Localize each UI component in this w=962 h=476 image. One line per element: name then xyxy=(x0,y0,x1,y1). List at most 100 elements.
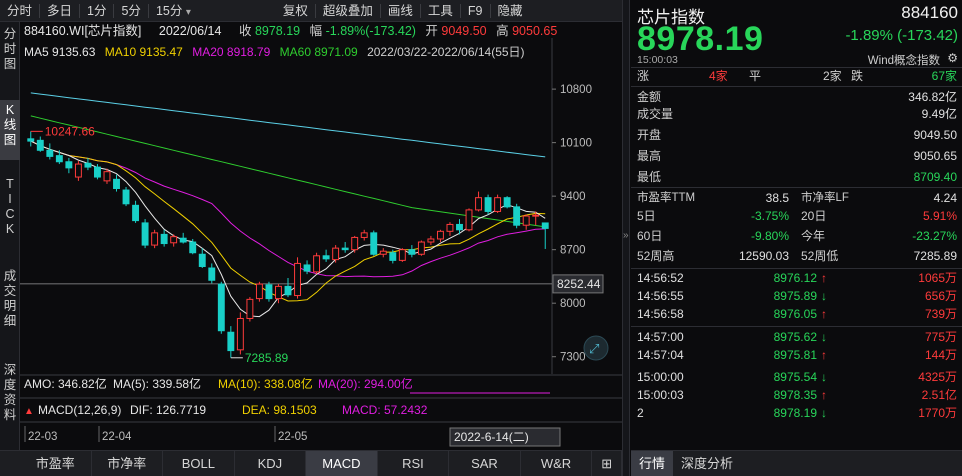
up-count: 4家 xyxy=(709,69,728,83)
candle-body xyxy=(65,161,73,169)
candle-body xyxy=(113,178,120,190)
panel-collapse-handle[interactable]: » xyxy=(622,0,630,476)
draw-line-button[interactable]: 画线 xyxy=(381,0,420,22)
stat-value: 9050.65 xyxy=(913,149,957,163)
candle-body xyxy=(322,255,330,260)
nav-tick[interactable]: T I C K xyxy=(0,174,20,254)
overlay-button[interactable]: 超级叠加 xyxy=(316,0,380,22)
tab-15min-label: 15分 xyxy=(155,3,183,18)
candle-body xyxy=(303,264,311,272)
candle-body xyxy=(27,138,35,142)
tick-price: 8978.19 xyxy=(773,406,817,420)
tick-volume: 1065万 xyxy=(918,271,957,285)
quote-panel-tabs: 行情 深度分析 xyxy=(631,450,962,476)
candle-body xyxy=(541,222,549,229)
candle-body xyxy=(246,298,254,319)
tab-15min[interactable]: 15分 ▾ xyxy=(149,0,198,22)
tick-volume: 4325万 xyxy=(918,370,957,384)
tab-5min[interactable]: 5分 xyxy=(114,0,147,22)
tab-macd[interactable]: MACD xyxy=(306,451,378,476)
kline-chart[interactable]: 884160.WI[芯片指数] 2022/06/14 收 8978.19 幅 -… xyxy=(20,22,622,450)
divider xyxy=(631,86,962,87)
tick-volume: 1770万 xyxy=(918,406,957,420)
cursor-price-label: 8252.44 xyxy=(557,277,601,291)
w52l-label: 52周低 xyxy=(801,249,839,263)
tab-kdj[interactable]: KDJ xyxy=(235,451,307,476)
tick-volume: 2.51亿 xyxy=(921,388,957,402)
candle-body xyxy=(398,249,406,261)
nav-intraday-chart[interactable]: 分 时 图 xyxy=(0,24,20,84)
tab-wr[interactable]: W&R xyxy=(521,451,593,476)
nav-trade-detail[interactable]: 成 交 明 细 xyxy=(0,266,20,346)
candle-body xyxy=(151,232,159,246)
tick-time: 15:00:00 xyxy=(637,370,684,384)
macd-arrow-icon: ▲ xyxy=(24,406,34,417)
tab-1min[interactable]: 1分 xyxy=(80,0,113,22)
nav-deep-data[interactable]: 深 度 资 料 xyxy=(0,360,20,440)
tick-time: 15:00:03 xyxy=(637,388,684,402)
tab-sar[interactable]: SAR xyxy=(449,451,521,476)
stat-volume: 成交量 9.49亿 xyxy=(637,106,957,123)
stat-label: 最高 xyxy=(637,149,662,163)
candle-body xyxy=(170,236,178,244)
stat-amount: 金额 346.82亿 xyxy=(637,89,957,106)
tab-pe[interactable]: 市盈率 xyxy=(20,451,92,476)
tab-rsi[interactable]: RSI xyxy=(378,451,450,476)
candle-body xyxy=(389,252,397,261)
price-tick-label: 9400 xyxy=(560,191,586,203)
candle-body xyxy=(370,232,378,255)
candle-body xyxy=(255,283,263,300)
pe-label: 市盈率TTM xyxy=(637,192,696,204)
candle-body xyxy=(236,317,244,351)
quote-panel: 芯片指数 884160 8978.19 -1.89% (-173.42) 15:… xyxy=(631,0,962,476)
nav-kline-chart[interactable]: K 线 图 xyxy=(0,100,20,160)
f9-button[interactable]: F9 xyxy=(461,0,490,22)
tab-multi-day[interactable]: 多日 xyxy=(40,0,79,22)
more-indicators-icon[interactable]: ⊞ xyxy=(592,451,623,476)
tick-time: 14:56:55 xyxy=(637,289,684,303)
divider xyxy=(631,268,962,269)
tools-button[interactable]: 工具 xyxy=(421,0,460,22)
tab-boll[interactable]: BOLL xyxy=(163,451,235,476)
arrow-down-icon: ↓ xyxy=(821,406,827,420)
tab-intraday[interactable]: 分时 xyxy=(0,0,39,22)
macd-dea: DEA: 98.1503 xyxy=(242,403,317,417)
tick-row: 14:57:00 8975.62 ↓ 775万 xyxy=(637,329,957,347)
tick-volume: 144万 xyxy=(924,348,957,362)
candle-body xyxy=(275,285,282,300)
tick-volume: 656万 xyxy=(924,289,957,303)
ratio-row-2: 5日 -3.75% 20日 5.91% xyxy=(637,208,957,225)
gear-icon[interactable]: ⚙ xyxy=(947,51,958,65)
ytd-label: 今年 xyxy=(801,229,826,243)
tick-time: 14:56:52 xyxy=(637,271,684,285)
flat-label: 平 xyxy=(749,69,762,83)
stat-value: 346.82亿 xyxy=(908,90,957,104)
adjust-button[interactable]: 复权 xyxy=(276,0,315,22)
tab-quote[interactable]: 行情 xyxy=(631,451,674,476)
candlestick-plot[interactable]: 10800 10100 9400 8700 8000 7300 8252.44 10247.6… xyxy=(20,22,622,450)
candle-body xyxy=(74,163,82,178)
candle-body xyxy=(141,222,149,246)
tab-deep-analysis[interactable]: 深度分析 xyxy=(673,451,741,476)
candle-body xyxy=(208,267,216,281)
tick-row: 15:00:03 8978.35 ↑ 2.51亿 xyxy=(637,387,957,405)
candle-body xyxy=(456,223,463,231)
tab-pb[interactable]: 市净率 xyxy=(92,451,164,476)
tick-price: 8978.35 xyxy=(773,388,817,402)
hide-button[interactable]: 隐藏 xyxy=(491,0,530,22)
stat-label: 成交量 xyxy=(637,107,674,121)
pb-label: 市净率LF xyxy=(801,192,849,204)
tick-row: 14:57:04 8975.81 ↑ 144万 xyxy=(637,347,957,365)
ytd-value: -23.27% xyxy=(912,229,957,243)
arrow-down-icon: ↓ xyxy=(821,370,827,384)
tick-row: 2 8978.19 ↓ 1770万 xyxy=(637,405,957,423)
cursor-date-label: 2022-6-14(二) xyxy=(454,430,529,444)
pe-value: 38.5 xyxy=(765,191,789,205)
w52l-value: 7285.89 xyxy=(913,249,957,263)
price-change: -1.89% (-173.42) xyxy=(845,27,958,44)
concept-index-label[interactable]: Wind概念指数 xyxy=(868,52,940,68)
date-label: 22-05 xyxy=(278,431,307,443)
candle-body xyxy=(446,223,454,232)
pb-value: 4.24 xyxy=(933,191,957,205)
index-code: 884160 xyxy=(901,3,958,22)
